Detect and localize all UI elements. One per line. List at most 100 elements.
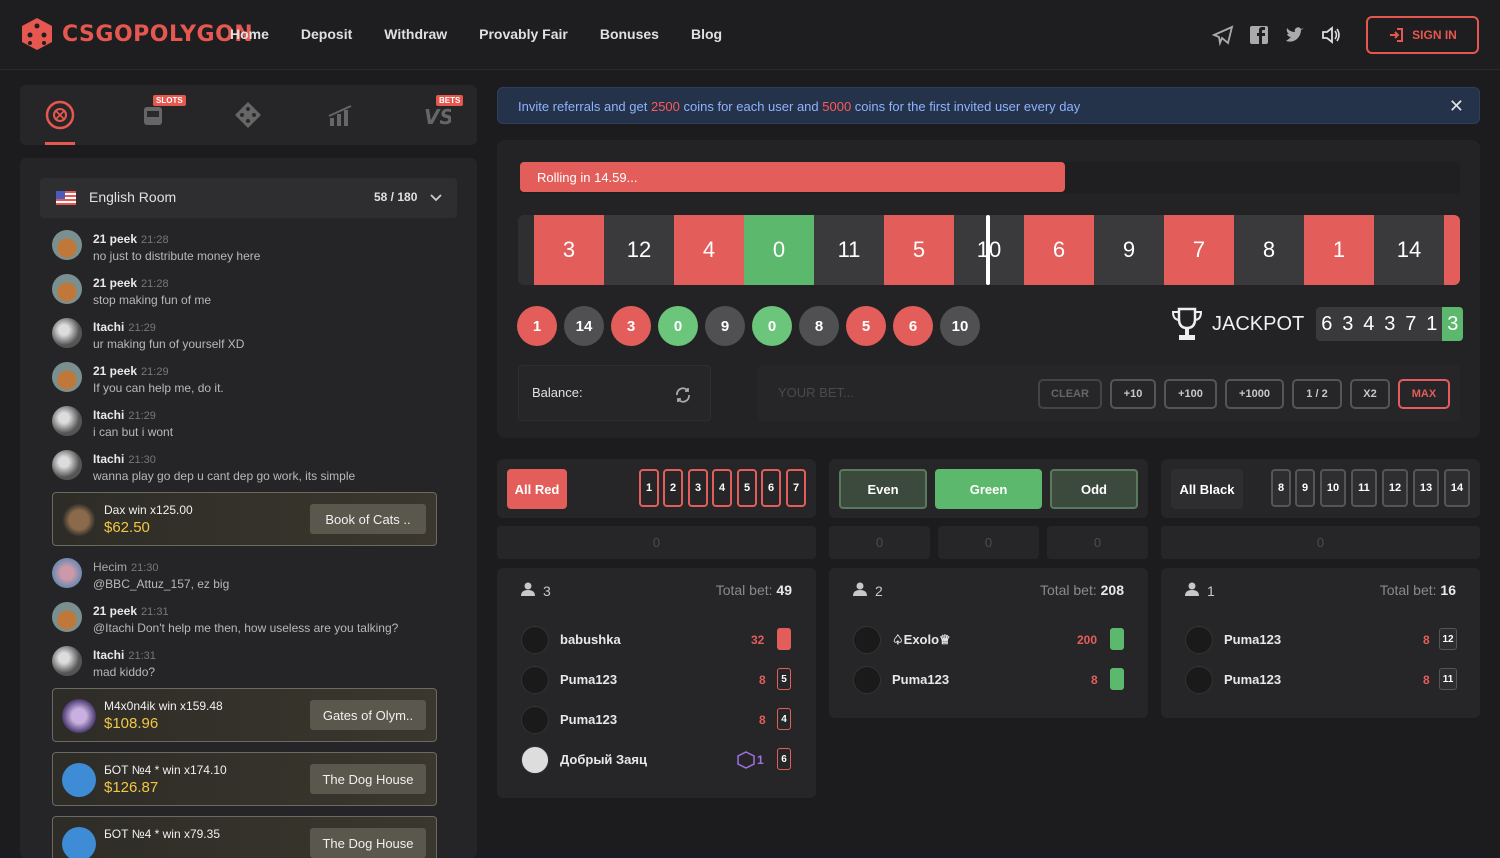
message-author[interactable]: Itachi [93,320,124,334]
history-ball: 9 [705,306,745,346]
strip-cell: 0 [744,215,814,285]
banner-text: Invite referrals and get 2500 coins for … [518,99,1080,114]
message-author[interactable]: Itachi [93,408,124,422]
room-selector[interactable]: English Room 58 / 180 [40,178,457,218]
bet-input[interactable]: YOUR BET... [778,385,854,400]
player-name[interactable]: Puma123 [560,672,617,687]
sign-in-button[interactable]: SIGN IN [1366,16,1479,54]
plus-100-button[interactable]: +100 [1164,379,1217,409]
bet-amount: 8 [1423,633,1430,647]
user-avatar[interactable] [52,558,82,588]
total-bet: Total bet: 208 [1040,582,1124,598]
refresh-icon[interactable] [674,386,692,404]
max-button[interactable]: MAX [1398,379,1450,409]
jackpot[interactable]: JACKPOT 6 3 4 3 7 1 3 [1170,306,1464,342]
bet-indicator [1110,668,1124,690]
tab-slots[interactable]: SLOTS [133,95,186,133]
message-author[interactable]: 21 peek [93,232,137,246]
strip-cell: 11 [814,215,884,285]
twitter-icon[interactable] [1284,24,1306,46]
black-number[interactable]: 12 [1382,469,1408,507]
win-game-button[interactable]: Book of Cats .. [310,504,426,534]
plus-1000-button[interactable]: +1000 [1225,379,1284,409]
all-black-button[interactable]: All Black [1171,469,1243,509]
jackpot-digit: 7 [1405,312,1417,335]
bet-indicator: 12 [1439,628,1457,650]
message-author[interactable]: Itachi [93,648,124,662]
win-game-button[interactable]: Gates of Olym.. [310,700,426,730]
player-name[interactable]: Puma123 [892,672,949,687]
player-name[interactable]: Puma123 [1224,632,1281,647]
black-number[interactable]: 11 [1351,469,1377,507]
message-text: stop making fun of me [93,293,212,307]
red-number[interactable]: 5 [737,469,757,507]
half-button[interactable]: 1 / 2 [1292,379,1342,409]
nav-blog[interactable]: Blog [691,26,722,42]
nav-bonuses[interactable]: Bonuses [600,26,659,42]
user-avatar[interactable] [52,230,82,260]
facebook-icon[interactable] [1248,24,1270,46]
red-number[interactable]: 4 [712,469,732,507]
user-avatar[interactable] [52,646,82,676]
message-time: 21:29 [141,366,169,378]
tab-crash[interactable] [321,97,361,133]
user-avatar[interactable] [52,274,82,304]
clear-button[interactable]: CLEAR [1038,379,1102,409]
win-game-button[interactable]: The Dog House [310,764,426,794]
jackpot-label: JACKPOT [1212,312,1305,335]
player-name[interactable]: ♤Exolo♕ [892,632,951,648]
red-number[interactable]: 7 [786,469,806,507]
game-tabs: SLOTS VS BETS [20,85,477,145]
user-avatar[interactable] [52,602,82,632]
sound-icon[interactable] [1320,24,1342,46]
plus-10-button[interactable]: +10 [1110,379,1156,409]
even-button[interactable]: Even [839,469,927,509]
black-number[interactable]: 8 [1271,469,1291,507]
nav-home[interactable]: Home [230,26,269,42]
jackpot-digit: 3 [1384,312,1396,335]
message-author[interactable]: Itachi [93,452,124,466]
nav-deposit[interactable]: Deposit [301,26,352,42]
nav-withdraw[interactable]: Withdraw [384,26,447,42]
black-number[interactable]: 13 [1413,469,1439,507]
green-bet-section: Even Green Odd [829,459,1148,518]
user-avatar[interactable] [52,362,82,392]
close-icon[interactable]: ✕ [1449,96,1464,117]
history-ball: 1 [517,306,557,346]
message-author[interactable]: Hecim [93,560,127,574]
big-win-card: M4x0n4ik win x159.48 $108.96 Gates of Olym… [52,688,437,742]
green-button[interactable]: Green [935,469,1042,509]
win-game-button[interactable]: The Dog House [310,828,426,858]
nav-provably-fair[interactable]: Provably Fair [479,26,568,42]
tab-dice[interactable] [228,97,268,133]
black-number[interactable]: 14 [1444,469,1470,507]
message-author[interactable]: 21 peek [93,276,137,290]
black-number[interactable]: 10 [1320,469,1346,507]
user-avatar[interactable] [52,318,82,348]
banner-highlight: 2500 [650,99,680,114]
player-name[interactable]: babushka [560,632,621,647]
logo[interactable]: CSGOPOLYGON [20,17,253,51]
tab-versus[interactable]: VS BETS [416,95,464,133]
dice-icon [235,102,261,128]
player-name[interactable]: Puma123 [1224,672,1281,687]
user-avatar[interactable] [52,450,82,480]
message-author[interactable]: 21 peek [93,364,137,378]
history-ball: 3 [611,306,651,346]
all-red-button[interactable]: All Red [507,469,567,509]
tab-roulette[interactable] [40,97,80,133]
telegram-icon[interactable] [1212,24,1234,46]
player-name[interactable]: Puma123 [560,712,617,727]
message-author[interactable]: 21 peek [93,604,137,618]
double-button[interactable]: X2 [1350,379,1390,409]
player-name[interactable]: Добрый Заяц [560,752,647,767]
red-number[interactable]: 1 [639,469,659,507]
red-number[interactable]: 3 [688,469,708,507]
user-avatar[interactable] [52,406,82,436]
red-number[interactable]: 2 [663,469,683,507]
bet-amount: 1 [757,753,764,767]
black-number[interactable]: 9 [1295,469,1315,507]
red-number[interactable]: 6 [761,469,781,507]
red-bet-count: 0 [497,526,816,559]
odd-button[interactable]: Odd [1050,469,1138,509]
